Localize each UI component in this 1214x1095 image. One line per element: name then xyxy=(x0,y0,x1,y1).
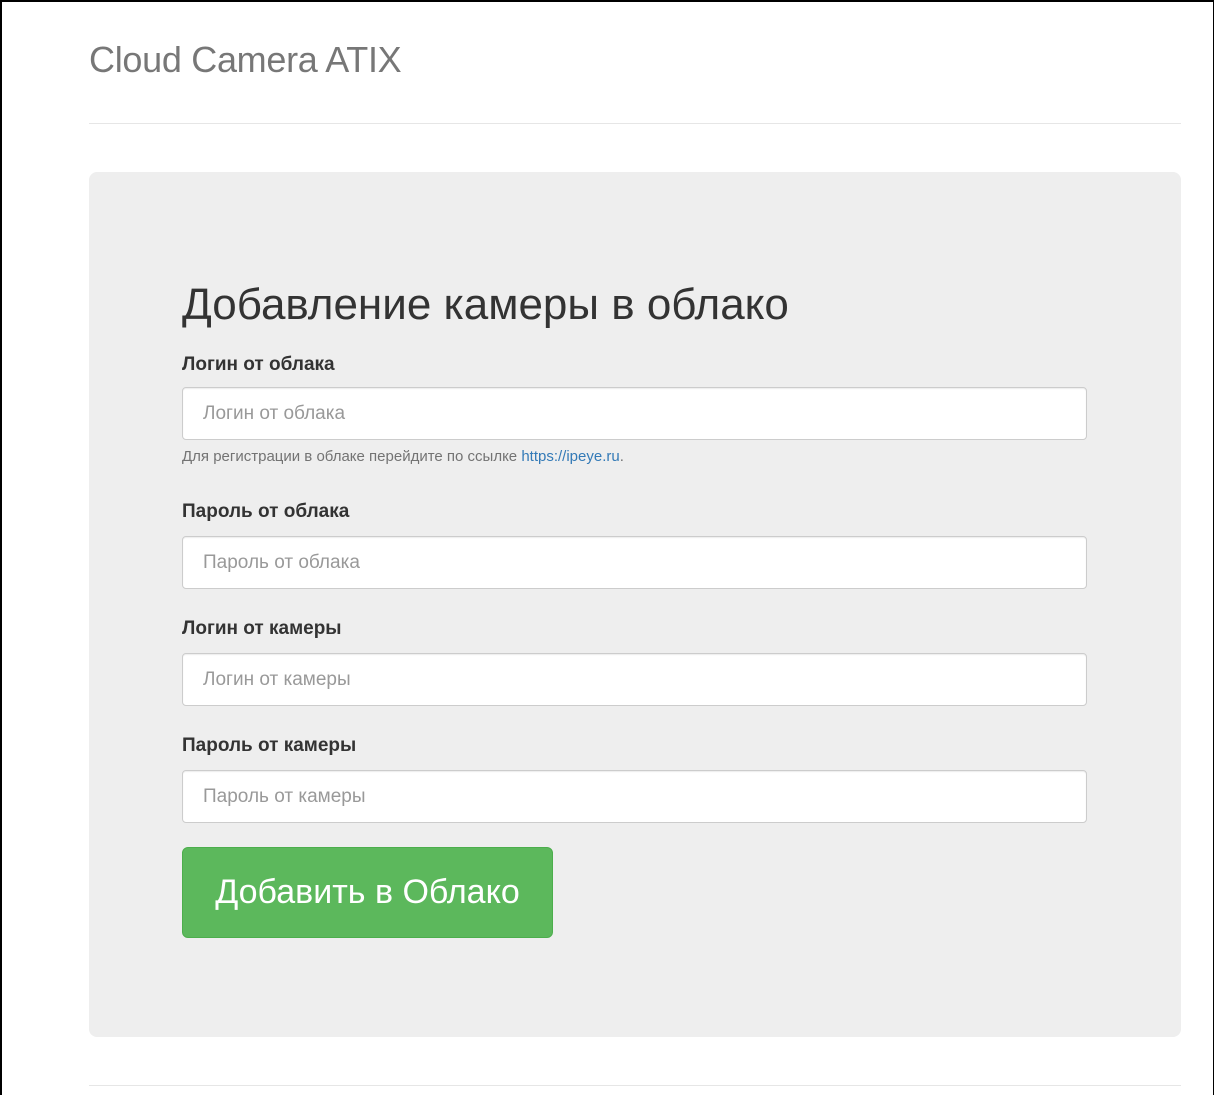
footer-divider xyxy=(89,1085,1181,1086)
form-title: Добавление камеры в облако xyxy=(182,280,789,329)
help-text-prefix: Для регистрации в облаке перейдите по сс… xyxy=(182,448,522,465)
registration-help-text: Для регистрации в облаке перейдите по сс… xyxy=(182,448,624,466)
camera-password-label: Пароль от камеры xyxy=(182,735,357,756)
help-text-suffix: . xyxy=(619,448,624,465)
camera-login-input[interactable] xyxy=(182,653,1087,706)
ipeye-link[interactable]: https://ipeye.ru xyxy=(521,448,619,465)
add-to-cloud-button[interactable]: Добавить в Облако xyxy=(182,847,553,938)
form-panel: Добавление камеры в облако Логин от обла… xyxy=(89,172,1181,1037)
header-divider xyxy=(89,123,1181,124)
camera-password-input[interactable] xyxy=(182,770,1087,823)
camera-login-label: Логин от камеры xyxy=(182,618,342,639)
site-title[interactable]: Cloud Camera ATIX xyxy=(89,40,402,80)
cloud-password-label: Пароль от облака xyxy=(182,501,350,522)
page-frame: Cloud Camera ATIX Добавление камеры в об… xyxy=(0,0,1214,1095)
cloud-login-input[interactable] xyxy=(182,387,1087,440)
cloud-login-label: Логин от облака xyxy=(182,354,335,375)
cloud-password-input[interactable] xyxy=(182,536,1087,589)
